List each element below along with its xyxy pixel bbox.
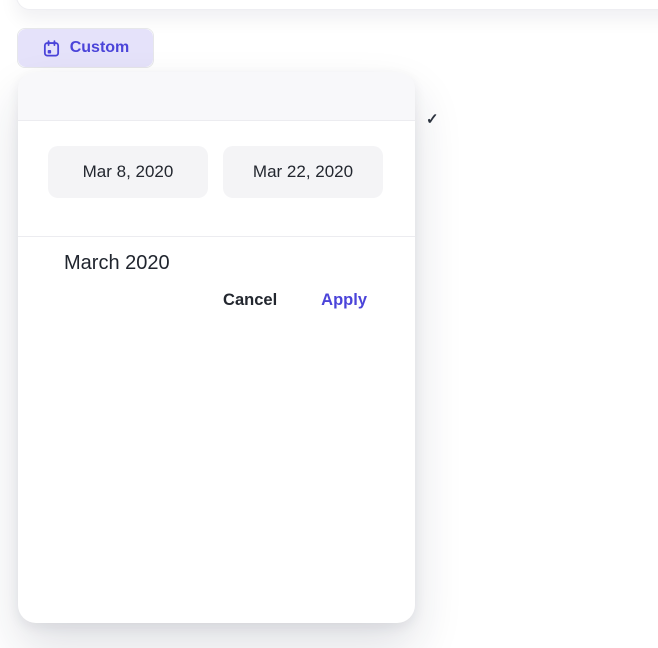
custom-range-label: Custom (70, 39, 130, 57)
end-date-input[interactable]: Mar 22, 2020 (223, 146, 383, 198)
picker-tabs (18, 72, 415, 121)
date-picker-popup: Mar 8, 2020 Mar 22, 2020 March 2020 Canc… (18, 72, 415, 623)
picker-footer: Cancel Apply (18, 277, 415, 310)
cancel-button[interactable]: Cancel (223, 291, 277, 310)
month-label: March 2020 (64, 252, 415, 275)
calendar-icon (42, 39, 61, 58)
custom-range-button[interactable]: Custom (18, 29, 153, 67)
apply-button[interactable]: Apply (321, 291, 367, 310)
screen: { "colors": { "accent": "#4b44d9", "acce… (0, 0, 658, 648)
weekday-header (18, 225, 415, 237)
start-date-input[interactable]: Mar 8, 2020 (48, 146, 208, 198)
date-range-toolbar: Custom (17, 28, 154, 68)
date-inputs-row: Mar 8, 2020 Mar 22, 2020 (18, 121, 415, 198)
check-icon: ✓ (426, 110, 439, 128)
top-cutoff-card (16, 0, 658, 10)
